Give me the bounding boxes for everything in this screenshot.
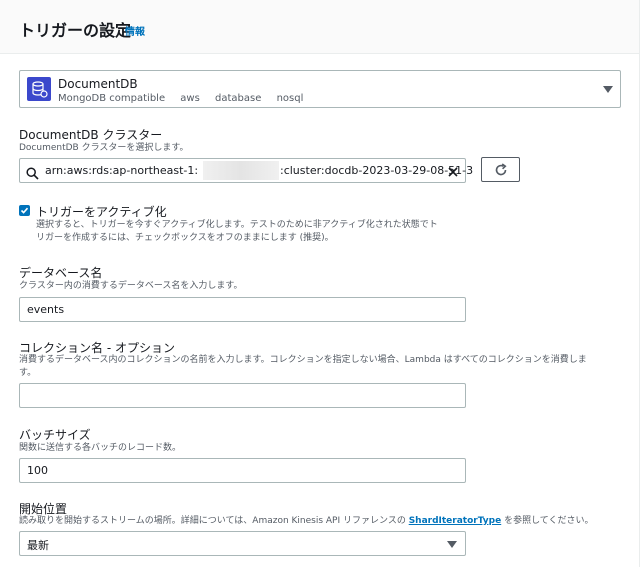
source-tag: nosql [276, 93, 304, 104]
panel-title: トリガーの設定 [19, 21, 132, 40]
caret-down-icon [447, 541, 457, 548]
caret-down-icon [603, 86, 613, 93]
batch-size-input[interactable]: 100 [19, 458, 466, 483]
panel-header: トリガーの設定 情報 [0, 0, 640, 54]
cluster-description: DocumentDB クラスターを選択します。 [19, 143, 189, 153]
collection-name-input[interactable] [19, 383, 466, 408]
redacted-account-id [203, 161, 279, 180]
shard-iterator-type-link[interactable]: ShardIteratorType [409, 516, 502, 526]
search-icon [26, 165, 39, 180]
start-position-select[interactable]: 最新 [19, 531, 466, 556]
database-name-input[interactable]: events [19, 297, 466, 322]
start-position-description-suffix: を参照してください。 [501, 516, 594, 526]
activate-trigger-label[interactable]: トリガーをアクティブ化 [36, 203, 167, 220]
start-position-value: 最新 [27, 539, 49, 552]
batch-size-label: バッチサイズ [19, 428, 91, 442]
check-icon [20, 207, 29, 214]
activate-description-line1: 選択すると、トリガーを今すぐアクティブ化します。テストのために非アクティブ化され… [36, 220, 438, 230]
start-position-description-text: 読み取りを開始するストリームの場所。詳細については、Amazon Kinesis… [19, 516, 409, 526]
source-tags: MongoDB compatible aws database nosql [58, 93, 315, 104]
cluster-search-input[interactable]: arn:aws:rds:ap-northeast-1: :cluster:doc… [19, 158, 473, 183]
batch-size-description: 関数に送信する各バッチのレコード数。 [19, 443, 182, 453]
refresh-button[interactable] [481, 157, 520, 182]
collection-description-line1: 消費するデータベース内のコレクションの名前を入力します。コレクションを指定しない… [19, 355, 587, 365]
database-description: クラスター内の消費するデータベース名を入力します。 [19, 281, 243, 291]
source-tag: MongoDB compatible [58, 93, 166, 104]
source-tag: database [215, 93, 262, 104]
start-position-description: 読み取りを開始するストリームの場所。詳細については、Amazon Kinesis… [19, 515, 594, 528]
cluster-label: DocumentDB クラスター [19, 128, 163, 142]
documentdb-icon [27, 77, 51, 101]
database-label: データベース名 [19, 266, 103, 280]
cluster-value-suffix: :cluster:docdb-2023-03-29-08-51-3 [280, 164, 474, 177]
source-name: DocumentDB [58, 77, 138, 91]
trigger-source-select[interactable]: DocumentDB MongoDB compatible aws databa… [19, 70, 621, 108]
cluster-value-prefix: arn:aws:rds:ap-northeast-1: [45, 164, 199, 177]
clear-icon[interactable] [446, 164, 460, 178]
activate-description-line2: リガーを作成するには、チェックボックスをオフのままにします (推奨)。 [36, 233, 334, 243]
refresh-icon [495, 163, 507, 176]
info-link[interactable]: 情報 [125, 23, 145, 38]
activate-trigger-checkbox[interactable] [19, 205, 30, 216]
source-tag: aws [180, 93, 200, 104]
collection-description-line2: す。 [19, 368, 37, 378]
